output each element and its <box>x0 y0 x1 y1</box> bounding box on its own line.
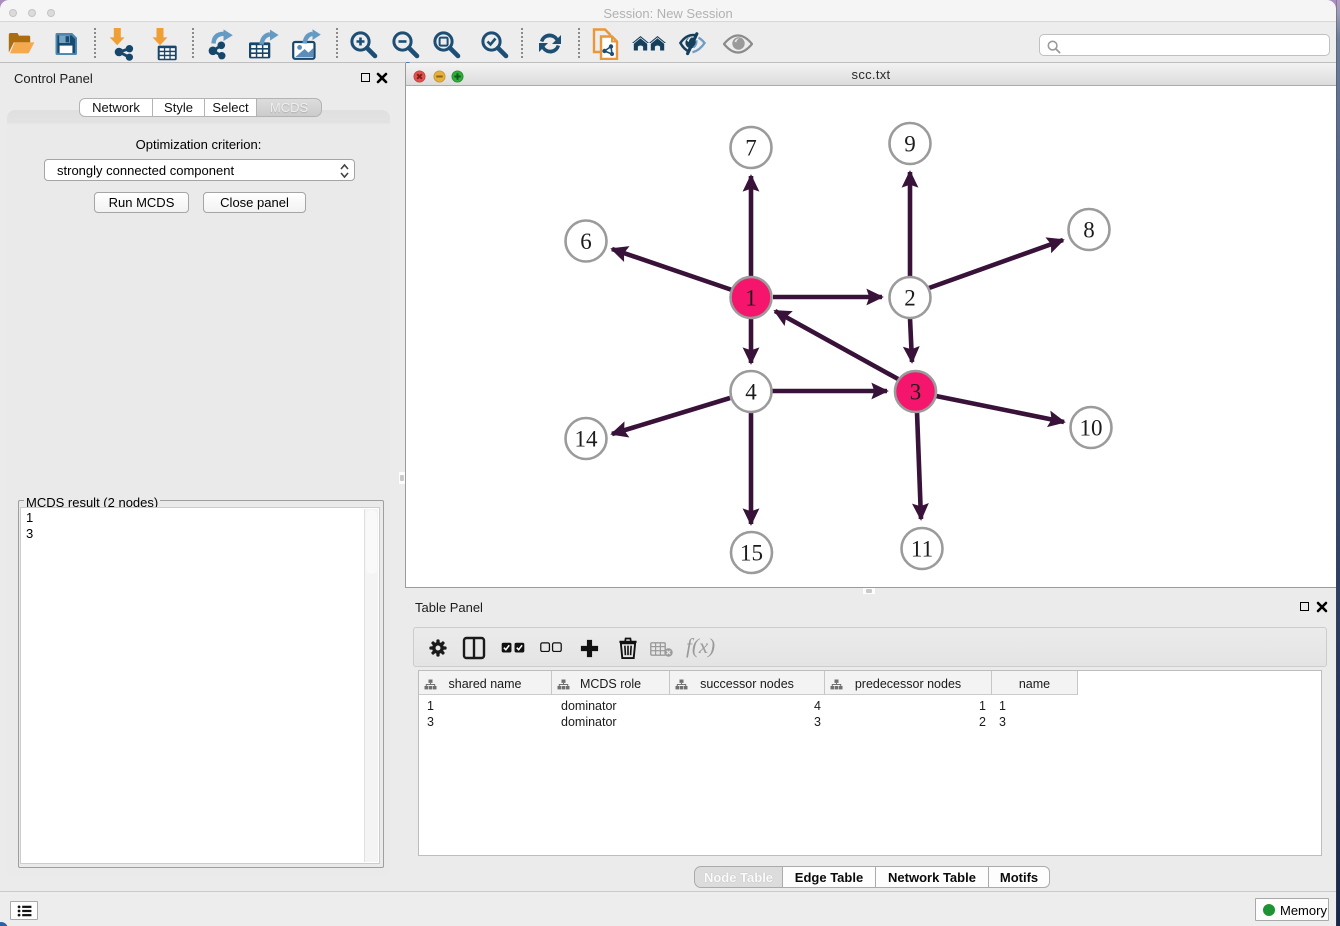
svg-text:1: 1 <box>745 286 757 311</box>
svg-text:6: 6 <box>580 229 592 254</box>
svg-text:7: 7 <box>745 136 757 161</box>
svg-text:2: 2 <box>904 286 916 311</box>
svg-text:14: 14 <box>575 427 599 452</box>
svg-text:15: 15 <box>740 541 763 566</box>
svg-text:11: 11 <box>911 537 933 562</box>
svg-text:3: 3 <box>910 380 922 405</box>
svg-text:10: 10 <box>1080 416 1103 441</box>
svg-text:9: 9 <box>904 132 916 157</box>
svg-text:4: 4 <box>745 380 757 405</box>
svg-text:8: 8 <box>1083 218 1095 243</box>
